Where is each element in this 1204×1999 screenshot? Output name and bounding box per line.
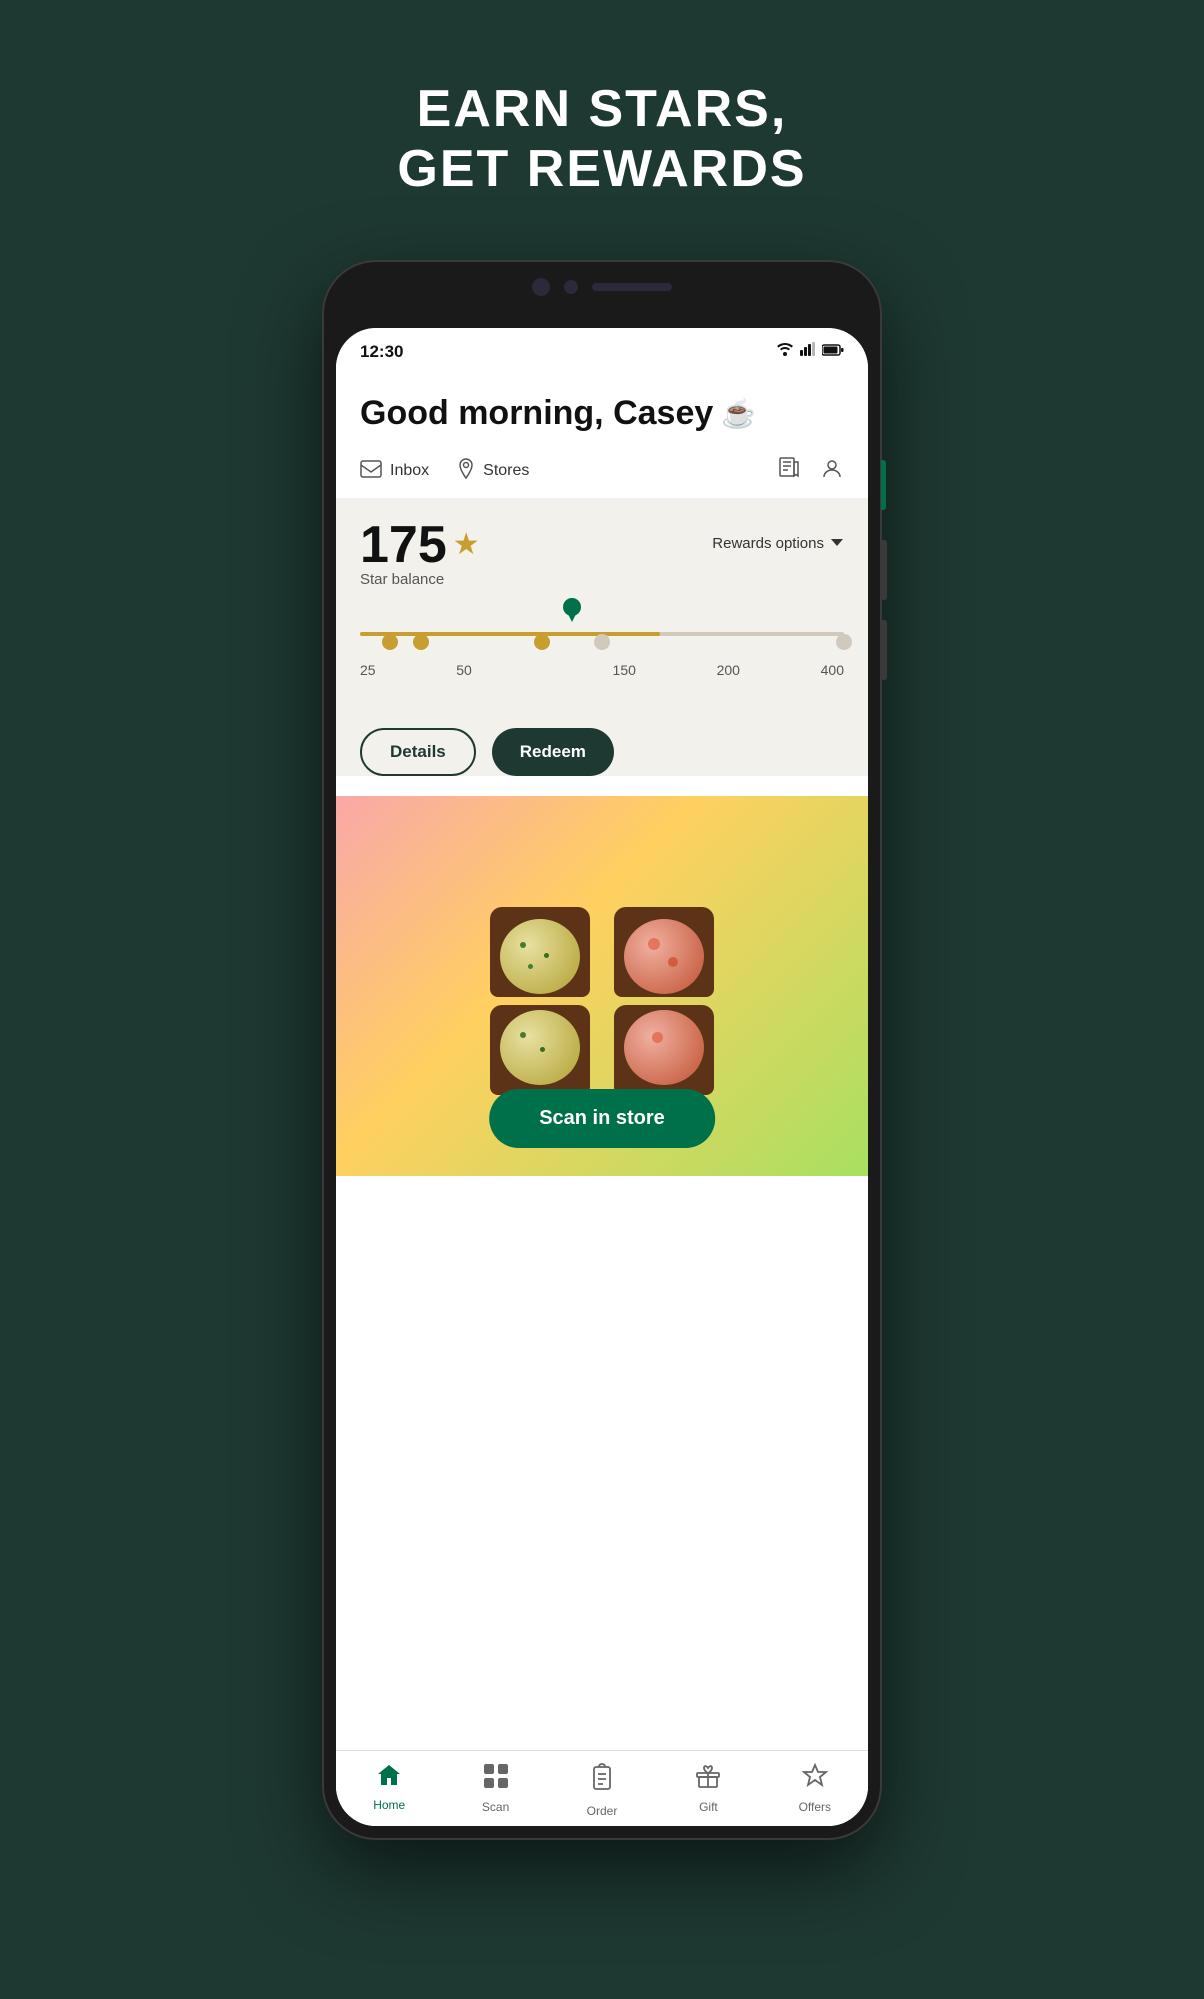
- speaker: [592, 283, 672, 291]
- progress-pointer: [563, 598, 581, 629]
- phone-side-button-1: [881, 540, 887, 600]
- progress-dot-25: [382, 634, 398, 650]
- action-buttons: Details Redeem: [336, 708, 868, 776]
- stars-number: 175: [360, 519, 447, 571]
- profile-icon[interactable]: [820, 457, 844, 486]
- inbox-icon: [360, 460, 382, 483]
- tab-offers-label: Offers: [799, 1800, 831, 1814]
- stores-icon: [457, 458, 475, 485]
- tart-cup-top-right: [614, 907, 714, 997]
- tab-home[interactable]: Home: [336, 1763, 442, 1818]
- status-time: 12:30: [360, 342, 403, 362]
- redeem-button[interactable]: Redeem: [492, 728, 614, 776]
- order-icon: [591, 1763, 613, 1800]
- tart-right: [614, 907, 714, 1095]
- greeting-section: Good morning, Casey ☕: [336, 370, 868, 445]
- food-card: Scan in store: [336, 796, 868, 1176]
- tab-home-label: Home: [373, 1798, 405, 1812]
- status-icons: [776, 342, 844, 361]
- tart-cup-top-left: [490, 907, 590, 997]
- inbox-label: Inbox: [390, 462, 429, 480]
- stars-count: 175 ★: [360, 519, 480, 571]
- greeting-text: Good morning, Casey ☕: [360, 394, 844, 433]
- camera-lens-2: [564, 280, 578, 294]
- page-title: EARN STARS, GET REWARDS: [397, 80, 806, 200]
- battery-icon: [822, 343, 844, 361]
- receipt-icon[interactable]: [778, 457, 800, 486]
- tarts-group: [490, 877, 714, 1095]
- inbox-nav[interactable]: Inbox: [360, 460, 429, 483]
- tab-scan-label: Scan: [482, 1800, 509, 1814]
- stores-label: Stores: [483, 462, 529, 480]
- nav-row: Inbox Stores: [336, 445, 868, 499]
- phone-camera: [532, 278, 672, 296]
- stars-section: 175 ★ Star balance Rewards options: [336, 499, 868, 708]
- bottom-nav: Home: [336, 1750, 868, 1826]
- progress-labels: 25 50 150 200 400: [360, 662, 844, 678]
- tart-cup-bottom-right: [614, 1005, 714, 1095]
- tart-left: [490, 907, 590, 1095]
- home-icon: [376, 1763, 402, 1794]
- tart-cup-bottom-left: [490, 1005, 590, 1095]
- details-button[interactable]: Details: [360, 728, 476, 776]
- chevron-down-icon: [830, 535, 844, 552]
- wifi-icon: [776, 342, 794, 361]
- stores-nav[interactable]: Stores: [457, 458, 529, 485]
- camera-lens-1: [532, 278, 550, 296]
- tab-scan[interactable]: Scan: [442, 1763, 548, 1818]
- signal-icon: [800, 342, 816, 361]
- progress-bar: 25 50 150 200 400: [360, 616, 844, 678]
- tab-gift[interactable]: Gift: [655, 1763, 761, 1818]
- phone-screen: 12:30: [336, 328, 868, 1826]
- scan-icon: [483, 1763, 509, 1796]
- scan-in-store-button[interactable]: Scan in store: [489, 1089, 715, 1148]
- status-bar: 12:30: [336, 328, 868, 370]
- star-icon: ★: [453, 527, 480, 562]
- gift-icon: [695, 1763, 721, 1796]
- tab-gift-label: Gift: [699, 1800, 718, 1814]
- tab-order[interactable]: Order: [549, 1763, 655, 1818]
- rewards-options-button[interactable]: Rewards options: [712, 535, 844, 552]
- phone-mockup: 12:30: [322, 260, 882, 1840]
- offers-icon: [801, 1763, 829, 1796]
- phone-side-accent: [881, 460, 886, 510]
- coffee-emoji: ☕: [721, 397, 756, 430]
- tab-offers[interactable]: Offers: [762, 1763, 868, 1818]
- tab-order-label: Order: [587, 1804, 618, 1818]
- progress-dot-200: [594, 634, 610, 650]
- phone-side-button-2: [881, 620, 887, 680]
- progress-dot-150: [534, 634, 550, 650]
- app-content: Good morning, Casey ☕ Inbox: [336, 370, 868, 1824]
- star-balance-label: Star balance: [360, 571, 480, 588]
- progress-dot-400: [836, 634, 852, 650]
- progress-dot-50: [413, 634, 429, 650]
